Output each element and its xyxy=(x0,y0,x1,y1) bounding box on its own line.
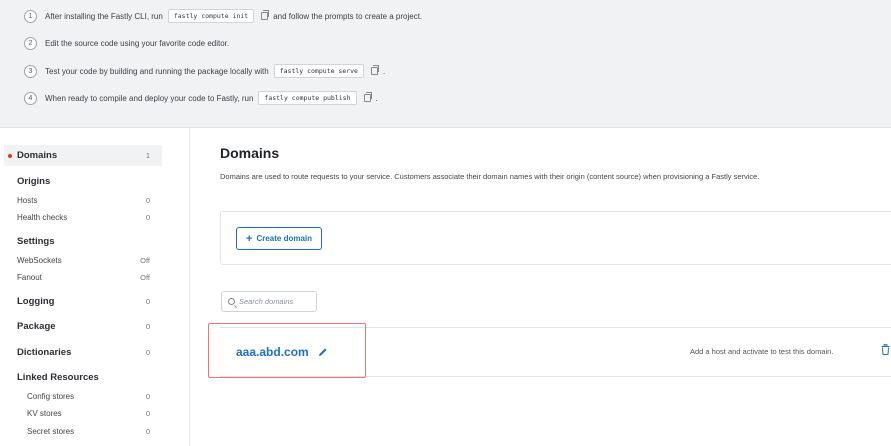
sidebar-item-count: 0 xyxy=(145,409,150,418)
step-number: 2 xyxy=(24,37,37,50)
domain-hint: Add a host and activate to test this dom… xyxy=(690,347,834,356)
page-title: Domains xyxy=(220,145,280,161)
sidebar-item-config-stores[interactable]: Config stores 0 xyxy=(27,392,150,401)
sidebar-item-label: Config stores xyxy=(27,392,75,401)
code-snippet[interactable]: fastly compute publish xyxy=(258,91,357,105)
step-text-after: . xyxy=(375,93,378,103)
sidebar-item-websockets[interactable]: WebSockets Off xyxy=(17,256,150,265)
step-text-after: . xyxy=(382,66,386,76)
sidebar-item-label: Package xyxy=(17,321,56,332)
copy-icon[interactable] xyxy=(261,10,270,20)
sidebar-item-label: Linked Resources xyxy=(17,372,99,383)
pencil-icon[interactable] xyxy=(318,347,328,357)
create-domain-button[interactable]: + Create domain xyxy=(236,227,323,250)
sidebar-item-settings[interactable]: Settings xyxy=(17,236,150,247)
trash-icon[interactable] xyxy=(881,344,890,355)
sidebar-item-value: Off xyxy=(140,273,150,282)
sidebar-item-dictionaries[interactable]: Dictionaries 0 xyxy=(17,347,150,358)
sidebar-item-label: Settings xyxy=(17,236,55,247)
sidebar-item-origins[interactable]: Origins xyxy=(17,176,150,187)
sidebar-item-count: 0 xyxy=(145,196,150,205)
getting-started-steps: 1 After installing the Fastly CLI, run f… xyxy=(0,0,891,128)
step-text: When ready to compile and deploy your co… xyxy=(45,93,254,103)
sidebar-item-linked-resources[interactable]: Linked Resources xyxy=(17,372,150,383)
plus-icon: + xyxy=(246,232,253,245)
create-domain-label: Create domain xyxy=(256,234,313,243)
sidebar-item-label: KV stores xyxy=(27,409,62,418)
sidebar-item-fanout[interactable]: Fanout Off xyxy=(17,273,150,282)
sidebar-item-hosts[interactable]: Hosts 0 xyxy=(17,196,150,205)
sidebar-item-label: Origins xyxy=(17,176,51,187)
step-number: 3 xyxy=(24,64,37,78)
sidebar-item-count: 1 xyxy=(145,151,150,160)
domain-name-link[interactable]: aaa.abd.com xyxy=(236,345,309,359)
sidebar-item-label: WebSockets xyxy=(17,256,62,265)
sidebar-item-label: Domains xyxy=(17,150,58,161)
search-domains-input[interactable]: Search domains xyxy=(221,291,317,312)
sidebar-item-count: 0 xyxy=(145,297,150,306)
sidebar-item-count: 0 xyxy=(145,427,150,436)
page-description: Domains are used to route requests to yo… xyxy=(220,172,760,181)
sidebar-item-label: Logging xyxy=(17,296,55,307)
step-3: 3 Test your code by building and running… xyxy=(24,64,385,78)
sidebar-item-health-checks[interactable]: Health checks 0 xyxy=(17,213,150,222)
sidebar-item-label: Dictionaries xyxy=(17,347,72,358)
sidebar-item-count: 0 xyxy=(145,348,150,357)
step-text-after: and follow the prompts to create a proje… xyxy=(273,11,423,21)
step-number: 4 xyxy=(24,91,37,105)
sidebar-item-label: Hosts xyxy=(17,196,38,205)
copy-icon[interactable] xyxy=(370,65,379,75)
sidebar-item-count: 0 xyxy=(145,213,150,222)
step-2: 2 Edit the source code using your favori… xyxy=(24,37,229,50)
sidebar-item-label: Health checks xyxy=(17,213,68,222)
active-indicator-dot xyxy=(8,154,12,158)
sidebar-item-kv-stores[interactable]: KV stores 0 xyxy=(27,409,150,418)
sidebar-item-count: 0 xyxy=(145,322,150,331)
sidebar-item-package[interactable]: Package 0 xyxy=(17,321,150,332)
sidebar-item-domains[interactable]: Domains 1 xyxy=(17,150,150,161)
sidebar-item-count: 0 xyxy=(145,392,150,401)
sidebar-item-label: Secret stores xyxy=(27,427,75,436)
step-text: After installing the Fastly CLI, run xyxy=(45,11,163,21)
sidebar-item-logging[interactable]: Logging 0 xyxy=(17,296,150,307)
search-icon xyxy=(228,298,235,305)
step-number: 1 xyxy=(24,9,37,23)
copy-icon[interactable] xyxy=(363,92,372,102)
sidebar-item-label: Fanout xyxy=(17,273,42,282)
sidebar-item-value: Off xyxy=(140,256,150,265)
step-4: 4 When ready to compile and deploy your … xyxy=(24,91,378,105)
step-text: Edit the source code using your favorite… xyxy=(45,39,230,48)
step-text: Test your code by building and running t… xyxy=(45,66,269,76)
search-placeholder: Search domains xyxy=(239,297,294,306)
code-snippet[interactable]: fastly compute init xyxy=(167,9,255,23)
sidebar-item-secret-stores[interactable]: Secret stores 0 xyxy=(27,427,150,436)
code-snippet[interactable]: fastly compute serve xyxy=(273,64,364,78)
step-1: 1 After installing the Fastly CLI, run f… xyxy=(24,9,422,23)
